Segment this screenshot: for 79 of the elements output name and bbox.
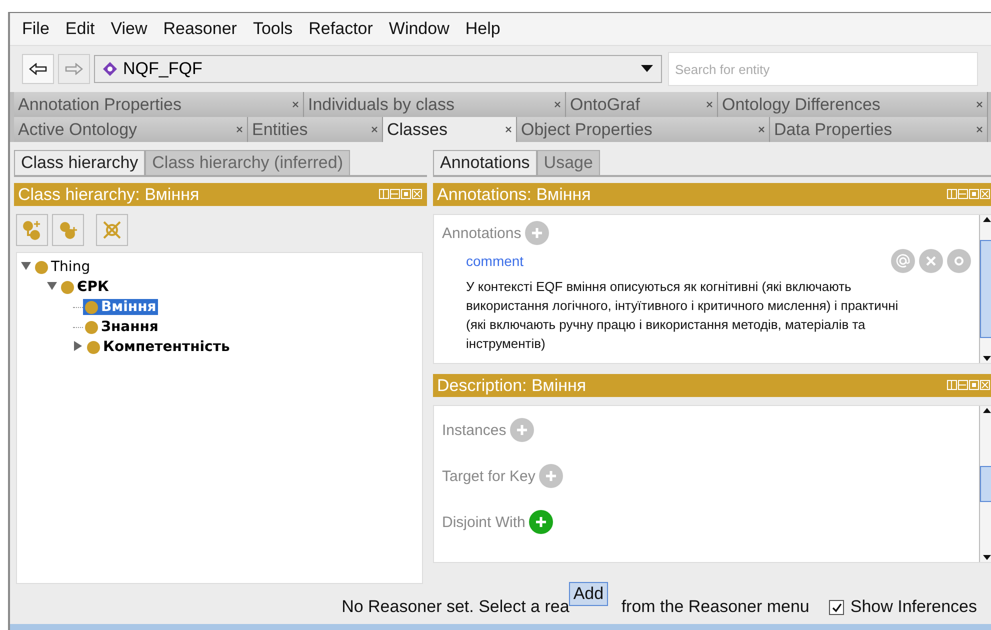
class-icon — [35, 260, 48, 274]
tab[interactable]: Active Ontology — [14, 117, 248, 142]
class-icon — [85, 320, 98, 334]
menu-item[interactable]: Window — [380, 19, 458, 39]
menu-item[interactable]: Refactor — [300, 19, 381, 39]
scroll-up-icon[interactable] — [982, 215, 991, 223]
close-icon[interactable] — [976, 101, 983, 108]
class-node[interactable]: Компетентність — [85, 339, 232, 355]
view-title: Description: Вміння — [437, 376, 586, 396]
section-label: Annotations — [442, 224, 522, 242]
annotation-property[interactable]: comment — [466, 253, 524, 269]
back-arrow-icon — [29, 63, 47, 75]
checkmark-icon — [831, 602, 842, 612]
checkbox-label[interactable]: Show Inferences — [850, 597, 977, 617]
view-title: Annotations: Вміння — [437, 184, 591, 204]
class-node[interactable]: ЄРК — [59, 279, 111, 295]
scroll-thumb[interactable] — [980, 240, 991, 338]
tab[interactable]: Annotations — [433, 150, 537, 175]
tab[interactable]: Individuals by class — [304, 92, 566, 117]
view-controls-icon[interactable] — [947, 189, 991, 200]
scrollbar[interactable] — [979, 215, 991, 363]
tab[interactable]: Class hierarchy — [14, 150, 146, 175]
tab[interactable]: OntoGraf — [566, 92, 718, 117]
scroll-down-icon[interactable] — [982, 355, 991, 363]
view-controls-icon[interactable] — [379, 189, 423, 200]
menu-item[interactable]: Reasoner — [155, 19, 245, 39]
menu-item[interactable]: File — [14, 19, 58, 39]
scroll-up-icon[interactable] — [982, 406, 991, 414]
close-icon[interactable] — [371, 126, 378, 133]
plus-icon — [530, 226, 544, 240]
status-text: from the Reasoner menu — [621, 597, 810, 617]
tab[interactable]: Data Properties — [770, 117, 988, 142]
ontology-selector[interactable]: NQF_FQF — [94, 55, 662, 83]
status-text: No Reasoner set. Select a rea — [342, 597, 570, 617]
tab[interactable]: Classes — [383, 117, 517, 142]
close-icon[interactable] — [505, 126, 512, 133]
checkbox[interactable] — [829, 600, 844, 614]
class-icon — [61, 280, 74, 294]
forward-arrow-icon — [65, 63, 83, 75]
plus-icon — [534, 515, 548, 529]
tooltip: Add — [569, 582, 608, 606]
class-node[interactable]: Знання — [83, 319, 160, 335]
class-node[interactable]: Вміння — [83, 299, 158, 315]
class-node[interactable]: Thing — [33, 259, 92, 275]
close-icon[interactable] — [758, 126, 765, 133]
view-controls-icon[interactable] — [947, 380, 991, 391]
add-sibling-icon — [57, 219, 79, 241]
annotation-text: У контексті EQF вміння описуються як когнітивні (які включають використання логічного, інтуїтивного і критичного мислення) і практичні (які включають ручну працю і використання методів, матеріалів та інструментів) — [466, 278, 900, 353]
ontology-icon — [103, 62, 117, 76]
scroll-thumb[interactable] — [980, 466, 991, 502]
section-label: Disjoint With — [442, 514, 526, 530]
close-icon[interactable] — [236, 126, 243, 133]
close-icon[interactable] — [292, 101, 299, 108]
menu-item[interactable]: Tools — [244, 19, 301, 39]
add-button[interactable] — [529, 510, 554, 534]
crossed-circle-icon — [101, 219, 123, 241]
menu-item[interactable]: Edit — [57, 19, 103, 39]
section-label: Target for Key — [442, 468, 536, 484]
plus-icon — [544, 469, 558, 483]
close-icon[interactable] — [554, 101, 561, 108]
tab[interactable]: Ontology Differences — [718, 92, 988, 117]
plus-icon — [515, 423, 530, 437]
scroll-down-icon[interactable] — [982, 554, 991, 562]
close-icon[interactable] — [976, 126, 983, 133]
view-title: Class hierarchy: Вміння — [18, 184, 200, 204]
menu-item[interactable]: Help — [457, 19, 508, 39]
tab[interactable]: Object Properties — [517, 117, 770, 142]
back-button[interactable] — [22, 54, 54, 84]
class-icon — [85, 300, 98, 314]
dropdown-caret-icon — [641, 65, 653, 73]
class-icon — [87, 340, 100, 354]
section-label: Instances — [442, 422, 506, 438]
scrollbar[interactable] — [979, 406, 991, 562]
menu-item[interactable]: View — [102, 19, 156, 39]
add-subclass-icon — [21, 219, 43, 241]
close-icon[interactable] — [706, 101, 713, 108]
tab[interactable]: Entities — [248, 117, 383, 142]
tab[interactable]: Annotation Properties — [14, 92, 304, 117]
search-field[interactable]: Search for entity — [668, 52, 978, 86]
